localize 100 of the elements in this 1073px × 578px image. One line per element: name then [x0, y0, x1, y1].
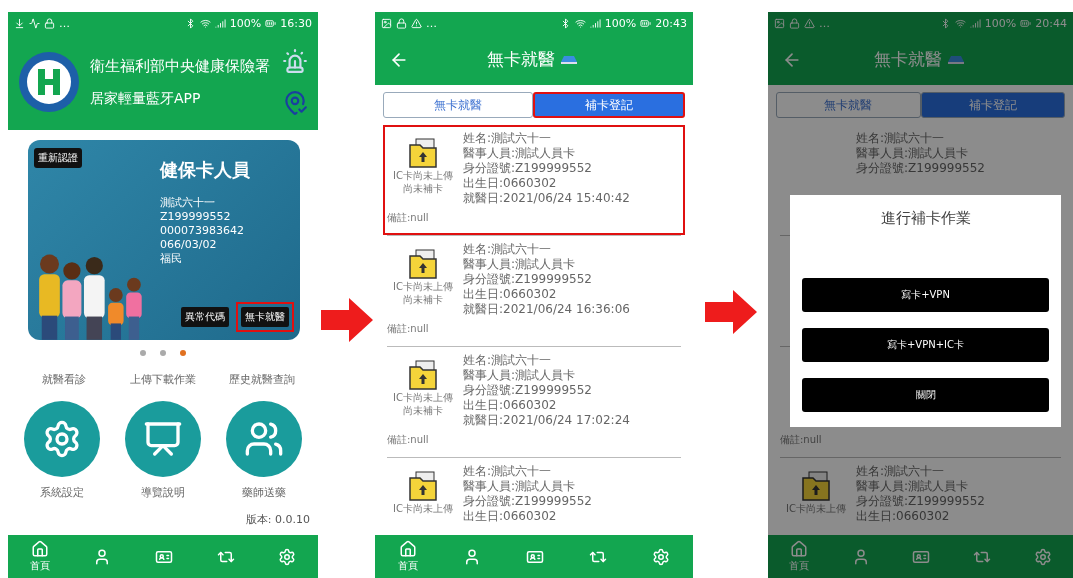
settings-icon [278, 547, 297, 566]
presentation-icon [143, 419, 183, 459]
home-icon [398, 540, 417, 558]
record-remark: 備註:null [387, 433, 430, 447]
folder-upload-icon [408, 137, 438, 169]
battery-icon [640, 17, 652, 29]
menu-label[interactable]: 上傳下載作業 [130, 372, 196, 387]
alarm-light-icon[interactable] [282, 48, 308, 74]
card-info: 000073983642 [160, 224, 245, 238]
folder-upload-icon [408, 359, 438, 391]
upload-status: IC卡尚未上傳 [393, 170, 453, 182]
map-pin-check-icon[interactable] [282, 90, 308, 116]
signal-icon [214, 17, 226, 29]
record-field: 出生日:0660302 [856, 509, 985, 524]
screen-title: 無卡就醫 [487, 48, 555, 71]
menu-label[interactable]: 就醫看診 [41, 372, 86, 387]
dialog-button[interactable]: 寫卡+VPN+IC卡 [802, 328, 1049, 362]
status-time: 20:43 [655, 16, 687, 30]
home-icon [790, 540, 809, 558]
signal-icon [969, 17, 981, 29]
tile-label: 藥師送藥 [241, 485, 286, 500]
pager-dot[interactable] [180, 350, 186, 356]
dialog-button[interactable]: 寫卡+VPN [802, 278, 1049, 312]
app-subtitle: 居家輕量藍牙APP [90, 89, 202, 108]
record-field: 姓名:測試六十一 [856, 131, 985, 146]
pulse-icon [29, 17, 40, 29]
upload-status: 尚未補卡 [403, 294, 443, 306]
card-info: 福民 [160, 252, 183, 266]
warning-icon [804, 17, 815, 29]
image-icon [381, 17, 392, 29]
lock-icon [44, 17, 55, 29]
record-field: 醫事人員:測試人員卡 [856, 479, 985, 494]
record-field: 醫事人員:測試人員卡 [856, 146, 985, 161]
record-field: 醫事人員:測試人員卡 [463, 146, 630, 161]
folder-upload-icon [408, 470, 438, 502]
record-field: 身分證號:Z199999552 [463, 272, 630, 287]
version-text: 版本: 0.0.10 [245, 512, 311, 527]
record-field: 身分證號:Z199999552 [463, 161, 630, 176]
card-button[interactable]: 無卡就醫 [236, 302, 294, 332]
reauth-badge[interactable]: 重新認證 [34, 148, 82, 168]
dialog-button[interactable]: 關閉 [802, 378, 1049, 412]
agency-title: 衛生福利部中央健康保險署 [90, 56, 271, 76]
image-icon [774, 17, 785, 29]
record-field: 醫事人員:測試人員卡 [463, 479, 592, 494]
record-field: 身分證號:Z199999552 [463, 383, 630, 398]
record-field: 姓名:測試六十一 [463, 464, 592, 479]
wifi-icon [574, 17, 586, 29]
upload-status: 尚未補卡 [403, 183, 443, 195]
card-title: 健保卡人員 [160, 158, 251, 182]
upload-status: IC卡尚未上傳 [393, 281, 453, 293]
arrow-icon [320, 298, 373, 342]
record-field: 出生日:0660302 [463, 176, 630, 191]
arrow-icon [704, 290, 757, 334]
status-time: 20:44 [1035, 16, 1067, 30]
lock-icon [789, 17, 800, 29]
record-field: 姓名:測試六十一 [463, 131, 630, 146]
battery-level: 100% [984, 16, 1017, 30]
battery-icon [1020, 17, 1032, 29]
record-field: 就醫日:2021/06/24 16:36:06 [463, 302, 630, 317]
tab[interactable]: 無卡就醫 [383, 92, 533, 118]
record-field: 姓名:測試六十一 [463, 242, 630, 257]
pager-dot[interactable] [160, 350, 166, 356]
lock-icon [396, 17, 407, 29]
record-field: 醫事人員:測試人員卡 [463, 368, 630, 383]
record-field: 姓名:測試六十一 [463, 353, 630, 368]
record-remark: 備註:null [387, 211, 430, 225]
wifi-icon [199, 17, 211, 29]
dialog-title: 進行補卡作業 [879, 209, 972, 228]
record-field: 出生日:0660302 [463, 287, 630, 302]
record-field: 出生日:0660302 [463, 509, 592, 524]
record-field: 姓名:測試六十一 [856, 464, 985, 479]
card-reader-icon [947, 55, 964, 64]
record-field: 身分證號:Z199999552 [856, 494, 985, 509]
card-reader-icon [561, 55, 577, 64]
status-time: 16:30 [280, 16, 312, 30]
folder-upload-icon [801, 470, 831, 502]
logo-icon [18, 51, 80, 113]
status-more: … [819, 16, 830, 30]
folder-upload-icon [408, 248, 438, 280]
screen-title: 無卡就醫 [873, 48, 942, 71]
record-field: 就醫日:2021/06/24 15:40:42 [463, 191, 630, 206]
record-remark: 備註:null [387, 322, 430, 336]
upload-status: IC卡尚未上傳 [393, 392, 453, 404]
record-field: 出生日:0660302 [463, 398, 630, 413]
upload-status: IC卡尚未上傳 [393, 503, 453, 515]
signal-icon [589, 17, 601, 29]
menu-label[interactable]: 歷史就醫查詢 [229, 372, 296, 387]
tab[interactable]: 補卡登記 [920, 92, 1065, 118]
tab[interactable]: 補卡登記 [533, 92, 685, 118]
tab[interactable]: 無卡就醫 [776, 92, 921, 118]
tile-label: 導覽說明 [141, 485, 185, 500]
card-info: 066/03/02 [160, 238, 218, 252]
two-people-icon [243, 419, 284, 459]
pager-dot[interactable] [140, 350, 146, 356]
wifi-icon [954, 17, 966, 29]
record-field: 醫事人員:測試人員卡 [463, 257, 630, 272]
upload-status: 尚未補卡 [403, 405, 443, 417]
record-field: 身分證號:Z199999552 [463, 494, 592, 509]
record-field: 身分證號:Z199999552 [856, 161, 985, 176]
card-info: 測試六十一 [160, 196, 216, 210]
